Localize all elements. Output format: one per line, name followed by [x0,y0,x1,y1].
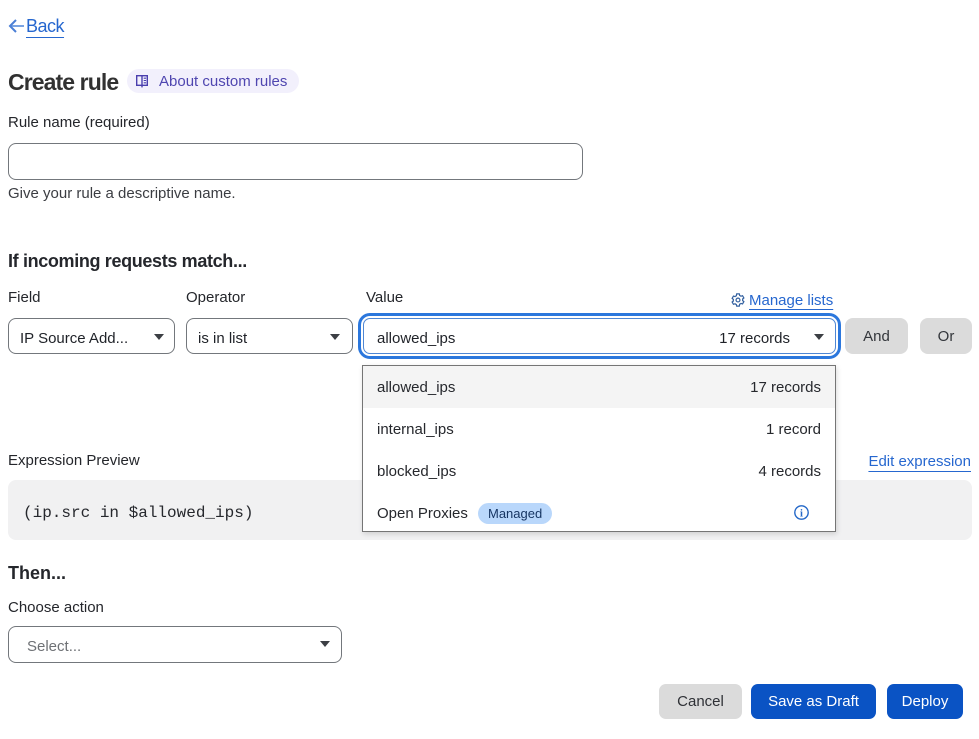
svg-text:i: i [800,508,803,519]
